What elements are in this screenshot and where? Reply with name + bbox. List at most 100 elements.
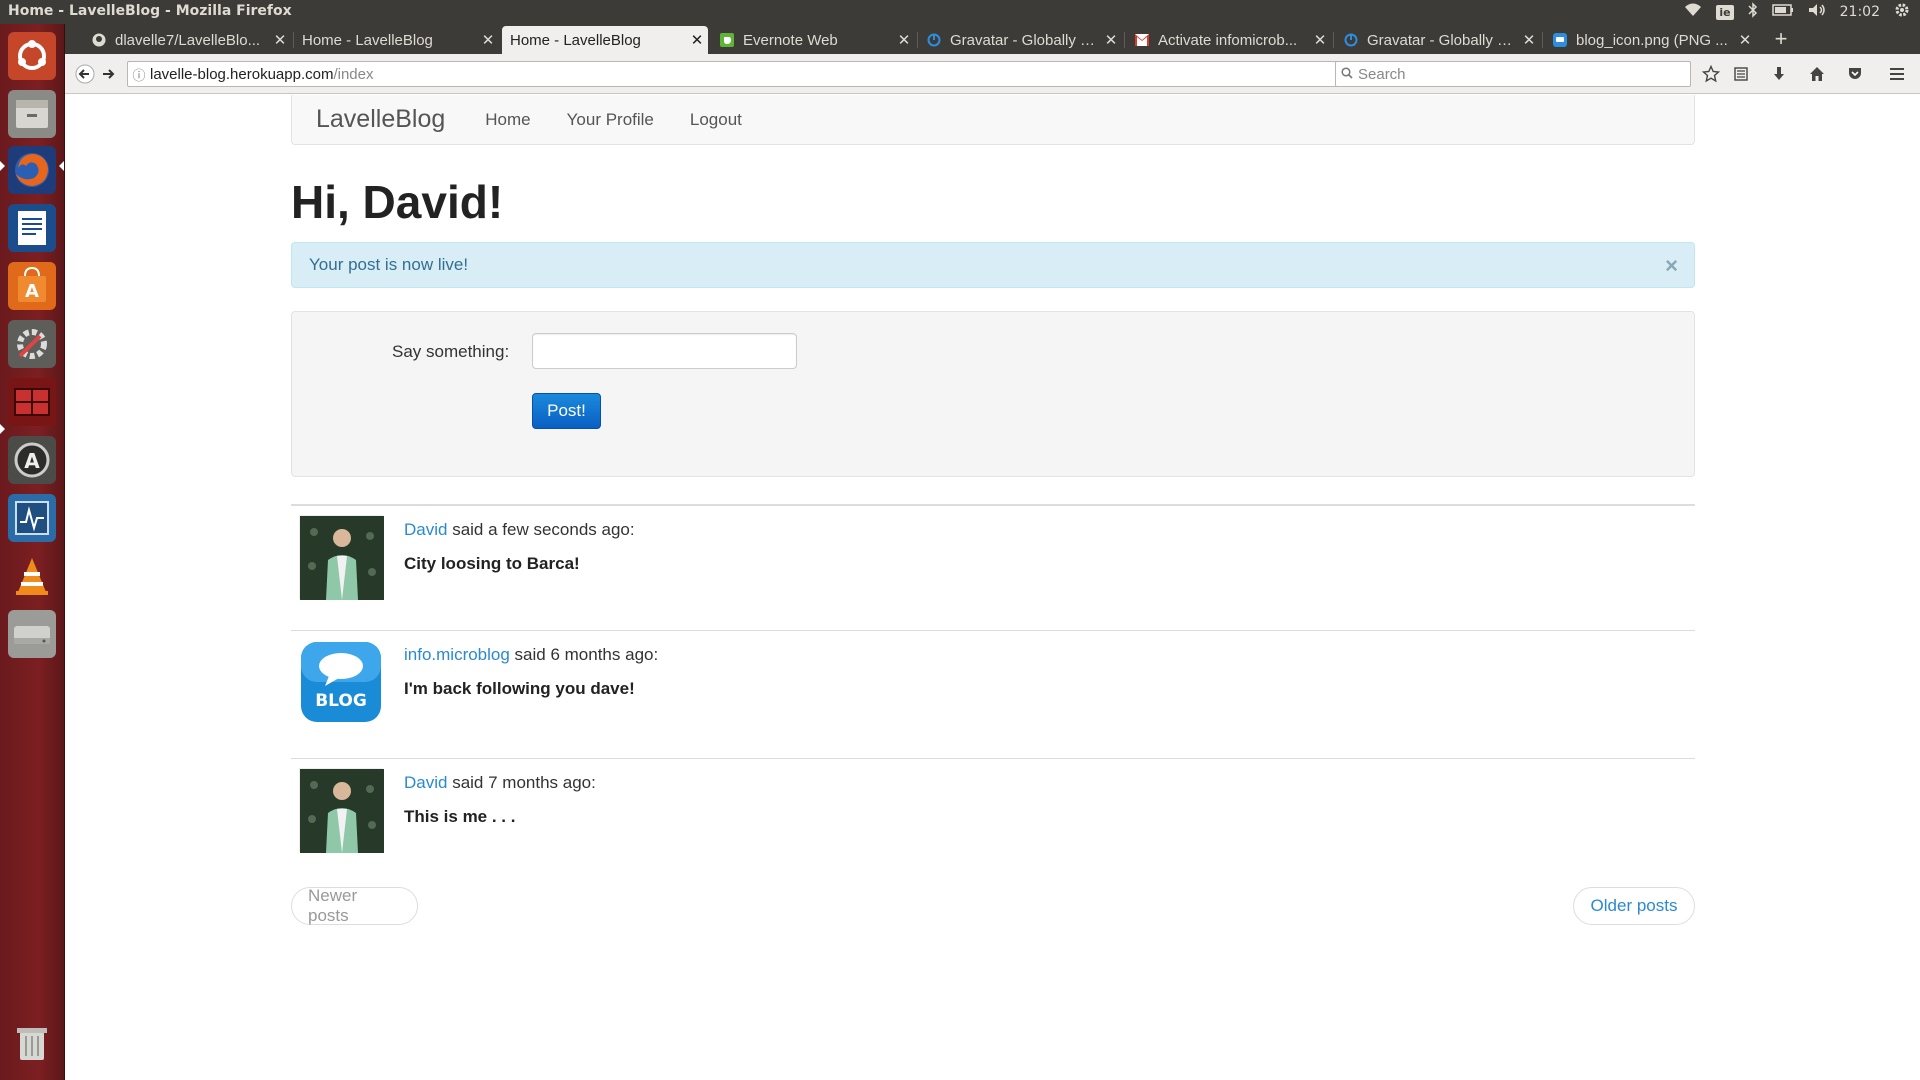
system-monitor-icon[interactable]: [8, 494, 56, 542]
tab-label: Gravatar - Globally R...: [950, 31, 1100, 49]
tab-close-icon[interactable]: ✕: [1309, 31, 1331, 49]
back-arrow-icon: [75, 64, 95, 84]
workspace-switcher-icon[interactable]: [8, 378, 56, 426]
post-author-link[interactable]: David: [404, 773, 447, 792]
tab-label: Evernote Web: [743, 31, 838, 49]
site-navbar: LavelleBlog Home Your Profile Logout: [291, 95, 1695, 145]
wifi-icon[interactable]: [1684, 3, 1702, 21]
post-form: Say something: Post!: [291, 311, 1695, 477]
bookmark-star-icon[interactable]: [1699, 62, 1723, 86]
tab-gravatar-1[interactable]: Gravatar - Globally R... ✕: [918, 26, 1122, 54]
gravatar-icon: [926, 32, 942, 48]
image-icon: [1552, 32, 1568, 48]
ubuntu-software-center-icon[interactable]: A: [8, 262, 56, 310]
forward-button[interactable]: [97, 62, 121, 86]
page-viewport: LavelleBlog Home Your Profile Logout Hi,…: [65, 95, 1920, 1080]
tab-label: dlavelle7/LavelleBlo...: [115, 31, 261, 49]
post-author-link[interactable]: info.microblog: [404, 645, 510, 664]
url-path: /index: [333, 65, 374, 83]
hamburger-menu-icon[interactable]: [1885, 62, 1909, 86]
alert-message: Your post is now live!: [309, 255, 469, 274]
nav-link-your-profile[interactable]: Your Profile: [567, 110, 654, 130]
post-button[interactable]: Post!: [532, 393, 601, 429]
search-bar[interactable]: [1335, 61, 1691, 87]
tab-label: Home - LavelleBlog: [510, 31, 641, 49]
firefox-icon[interactable]: [8, 146, 56, 194]
system-top-panel: Home - LavelleBlog - Mozilla Firefox ie …: [0, 0, 1920, 24]
tab-label: Activate infomicrob...: [1158, 31, 1298, 49]
url-host: lavelle-blog.herokuapp.com: [150, 65, 334, 83]
clock[interactable]: 21:02: [1840, 4, 1880, 20]
unity-launcher: A A: [0, 24, 65, 1080]
post-timestamp: said a few seconds ago:: [447, 520, 635, 539]
tab-close-icon[interactable]: ✕: [1734, 31, 1756, 49]
tab-label: blog_icon.png (PNG ...: [1576, 31, 1728, 49]
search-icon: [1336, 66, 1358, 83]
tab-strip: dlavelle7/LavelleBlo... ✕ Home - Lavelle…: [65, 24, 1920, 54]
post-timestamp: said 7 months ago:: [447, 773, 596, 792]
post-item: BLOG info.microblog said 6 months ago: I…: [291, 630, 1695, 758]
tab-gravatar-2[interactable]: Gravatar - Globally R... ✕: [1335, 26, 1540, 54]
tab-home-lavelleblog-1[interactable]: Home - LavelleBlog ✕: [294, 26, 499, 54]
ubuntu-dash-icon[interactable]: [8, 32, 56, 80]
tab-close-icon[interactable]: ✕: [1518, 31, 1540, 49]
author-avatar[interactable]: BLOG: [299, 640, 383, 724]
tab-blog-icon-png[interactable]: blog_icon.png (PNG ... ✕: [1544, 26, 1756, 54]
svg-text:A: A: [25, 281, 39, 302]
forward-arrow-icon: [103, 69, 115, 79]
disk-drive-icon[interactable]: [8, 610, 56, 658]
blog-avatar-label: BLOG: [315, 691, 367, 711]
success-alert: Your post is now live! ×: [291, 242, 1695, 288]
tab-close-icon[interactable]: ✕: [686, 31, 708, 49]
svg-text:A: A: [24, 449, 40, 473]
newer-posts-button[interactable]: Newer posts: [291, 886, 418, 925]
system-settings-icon[interactable]: [8, 320, 56, 368]
trash-icon[interactable]: [8, 1018, 56, 1066]
post-input-label: Say something:: [392, 342, 510, 361]
tab-github[interactable]: dlavelle7/LavelleBlo... ✕: [83, 26, 291, 54]
pocket-icon[interactable]: [1843, 62, 1867, 86]
older-posts-button[interactable]: Older posts: [1573, 887, 1695, 925]
post-author-link[interactable]: David: [404, 520, 447, 539]
battery-icon[interactable]: [1771, 4, 1794, 20]
site-info-icon[interactable]: ⓘ: [128, 65, 150, 84]
site-brand-link[interactable]: LavelleBlog: [316, 105, 445, 134]
author-avatar[interactable]: [299, 515, 384, 600]
reading-list-icon[interactable]: [1729, 62, 1753, 86]
alert-close-button[interactable]: ×: [1665, 253, 1678, 279]
author-avatar[interactable]: [299, 768, 384, 853]
bluetooth-icon[interactable]: [1748, 2, 1758, 22]
tab-close-icon[interactable]: ✕: [477, 31, 499, 49]
tab-close-icon[interactable]: ✕: [893, 31, 915, 49]
tab-gmail[interactable]: Activate infomicrob... ✕: [1126, 26, 1331, 54]
tab-label: Gravatar - Globally R...: [1367, 31, 1518, 49]
evernote-icon: [719, 32, 735, 48]
tab-close-icon[interactable]: ✕: [1100, 31, 1122, 49]
volume-icon[interactable]: [1808, 3, 1826, 21]
settings-gear-icon[interactable]: [1894, 2, 1910, 22]
post-body: I'm back following you dave!: [404, 679, 635, 698]
search-input[interactable]: [1358, 65, 1690, 83]
new-tab-button[interactable]: +: [1767, 26, 1795, 54]
tab-home-lavelleblog-active[interactable]: Home - LavelleBlog ✕: [502, 26, 708, 54]
software-updater-icon[interactable]: A: [8, 436, 56, 484]
back-button[interactable]: [73, 62, 97, 86]
libreoffice-writer-icon[interactable]: [8, 204, 56, 252]
nav-link-home[interactable]: Home: [485, 110, 530, 130]
url-bar[interactable]: ⓘ lavelle-blog.herokuapp.com/index: [127, 61, 1389, 87]
tab-close-icon[interactable]: ✕: [269, 31, 291, 49]
tab-evernote[interactable]: Evernote Web ✕: [711, 26, 915, 54]
home-icon[interactable]: [1805, 62, 1829, 86]
keyboard-layout-indicator[interactable]: ie: [1716, 4, 1734, 20]
post-meta: David said a few seconds ago:: [404, 520, 635, 540]
page-title: Hi, David!: [291, 176, 504, 228]
post-item: David said 7 months ago: This is me . . …: [291, 758, 1695, 886]
downloads-icon[interactable]: [1767, 62, 1791, 86]
system-tray: ie 21:02: [1684, 0, 1910, 24]
nav-link-logout[interactable]: Logout: [690, 110, 742, 130]
post-input[interactable]: [532, 333, 797, 369]
post-timestamp: said 6 months ago:: [509, 645, 659, 664]
vlc-icon[interactable]: [8, 552, 56, 600]
gmail-icon: [1134, 32, 1150, 48]
files-icon[interactable]: [8, 90, 56, 138]
